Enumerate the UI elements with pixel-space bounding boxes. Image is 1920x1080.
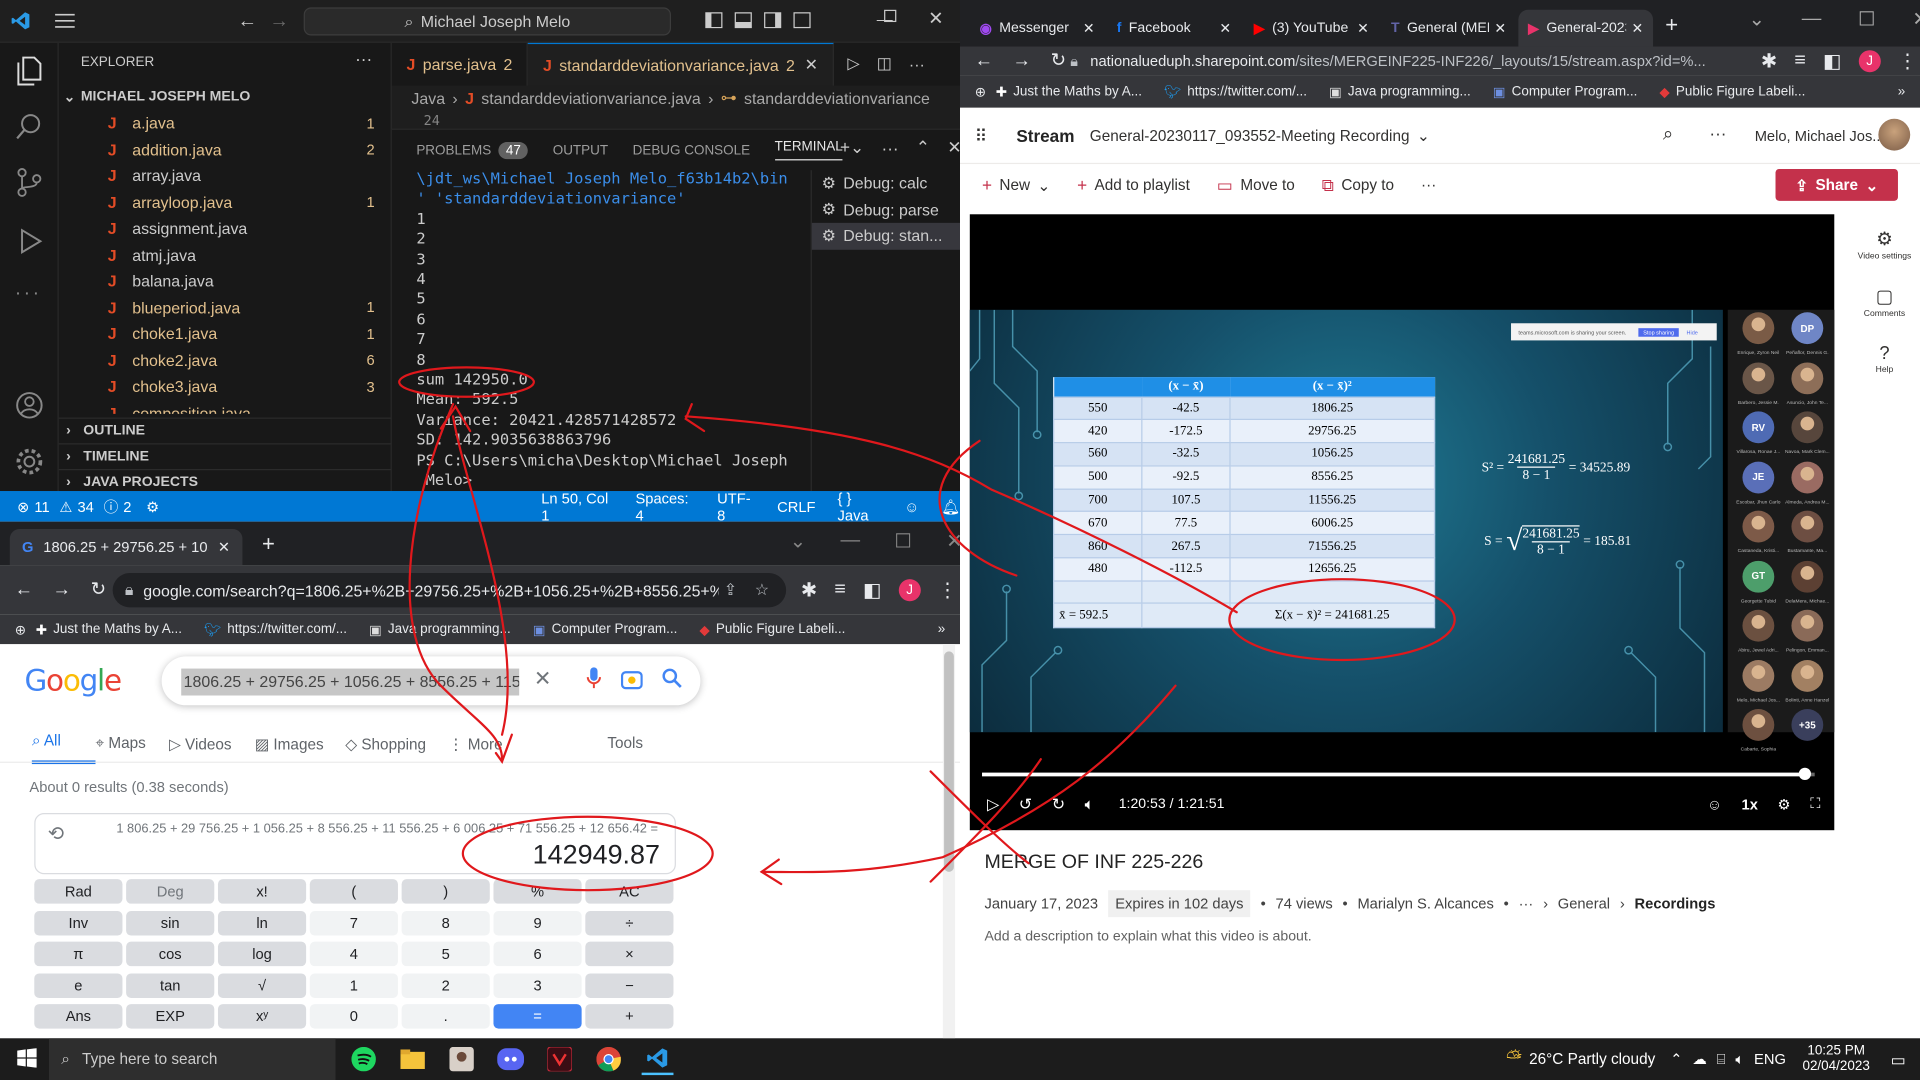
taskbar: ⌕ Type here to search ⛅︎ 26°C Partly clou…	[0, 1038, 1920, 1080]
file-explorer-icon[interactable]	[397, 1043, 429, 1075]
annotation-line-7	[929, 758, 1042, 883]
network-icon[interactable]: ⌸	[1717, 1050, 1726, 1068]
annotation-sum-circle	[398, 366, 535, 398]
annotation-curve-4	[938, 439, 1018, 577]
discord-icon[interactable]	[495, 1043, 527, 1075]
input-language[interactable]: ENG	[1754, 1051, 1786, 1068]
volume-icon[interactable]: 🔈︎	[1735, 1050, 1744, 1068]
annotation-arrow-3	[684, 415, 1238, 614]
game-app-icon[interactable]	[446, 1043, 478, 1075]
spotify-icon[interactable]	[348, 1043, 380, 1075]
annotation-slide-sum-circle	[1228, 578, 1456, 662]
vscode-taskbar-icon[interactable]	[641, 1043, 674, 1076]
chrome-icon[interactable]	[593, 1043, 625, 1075]
tray-chevron-icon[interactable]: ⌃	[1670, 1051, 1682, 1068]
clock[interactable]: 10:25 PM 02/04/2023	[1802, 1043, 1869, 1075]
annotation-arrowhead-1	[494, 733, 513, 764]
annotation-line-2	[451, 415, 509, 736]
taskbar-search[interactable]: ⌕ Type here to search	[48, 1038, 336, 1080]
search-icon: ⌕	[61, 1050, 70, 1068]
weather[interactable]: ⛅︎ 26°C Partly cloudy	[1506, 1038, 1655, 1080]
cloud-icon[interactable]: ☁	[1692, 1051, 1707, 1068]
taskbar-apps	[348, 1043, 674, 1076]
annotation-result-circle	[461, 815, 714, 892]
system-tray: ⌃ ☁ ⌸ 🔈︎ ENG	[1670, 1038, 1786, 1080]
app-red-icon[interactable]	[544, 1043, 576, 1075]
annotation-arrow-6	[929, 770, 1030, 865]
desktop: ← → ⌕ Michael Joseph Melo — ✕ ··· EXPLOR…	[0, 0, 1920, 1080]
partly-cloudy-icon: ⛅︎	[1506, 1048, 1522, 1069]
windows-start-icon[interactable]	[17, 1047, 37, 1071]
red-annotations	[398, 366, 1456, 892]
notifications-icon[interactable]: ▭	[1891, 1051, 1906, 1071]
annotation-arrow-1	[408, 402, 504, 761]
